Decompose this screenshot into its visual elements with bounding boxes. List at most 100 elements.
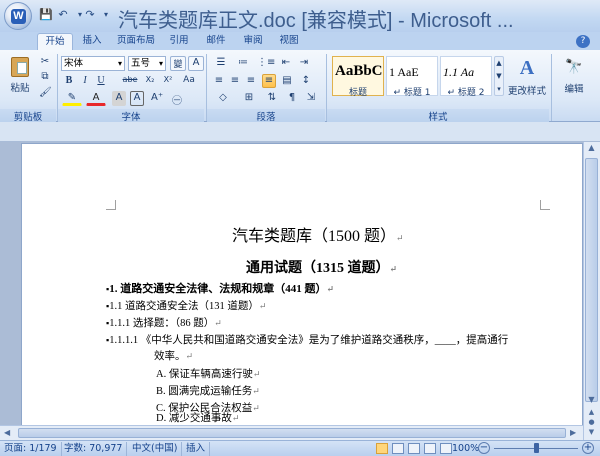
zoom-out-icon[interactable]: − bbox=[478, 442, 490, 454]
zoom-level[interactable]: 100% bbox=[452, 442, 479, 456]
strikethrough-button[interactable]: abe bbox=[120, 74, 140, 88]
line-spacing-icon[interactable]: ↕ bbox=[298, 74, 314, 88]
styles-group-label: 样式 bbox=[327, 109, 549, 123]
subscript-button[interactable]: X₂ bbox=[142, 74, 158, 88]
save-icon[interactable]: 💾 bbox=[38, 7, 54, 23]
format-painter-icon[interactable]: 🖌 bbox=[38, 86, 52, 99]
heading-line: ▪1. 道路交通安全法律、法规和规章（441 题）↵ bbox=[106, 283, 334, 295]
answer-option: A. 保证车辆高速行驶↵ bbox=[156, 369, 261, 380]
cut-icon[interactable]: ✂ bbox=[38, 55, 52, 68]
tab-references[interactable]: 引用 bbox=[166, 33, 192, 50]
tab-insert[interactable]: 插入 bbox=[78, 33, 106, 50]
italic-button[interactable]: I bbox=[78, 74, 92, 88]
style-title[interactable]: AaBbC 标题 bbox=[332, 56, 384, 98]
insert-mode[interactable]: 插入 bbox=[182, 442, 211, 456]
zoom-in-icon[interactable]: + bbox=[582, 442, 594, 454]
word-count[interactable]: 字数: 70,977 bbox=[60, 442, 128, 456]
question-line: ▪1.1.1.1 《中华人民共和国道路交通安全法》是为了维护道路交通秩序，___… bbox=[106, 335, 509, 346]
text-direction-icon[interactable]: ⇲ bbox=[304, 91, 318, 106]
show-marks-icon[interactable]: ¶ bbox=[284, 91, 300, 106]
highlight-icon[interactable]: ✎ bbox=[62, 91, 82, 106]
tab-mailings[interactable]: 邮件 bbox=[203, 33, 229, 50]
edit-button[interactable]: 🔭 编辑 bbox=[555, 54, 593, 106]
language-indicator[interactable]: 中文(中国) bbox=[128, 442, 183, 456]
font-size-select[interactable]: 五号 ▾ bbox=[128, 56, 166, 71]
page-count[interactable]: 页面: 1/179 bbox=[0, 442, 62, 456]
prev-page-icon[interactable]: ▲ bbox=[585, 408, 598, 418]
next-page-icon[interactable]: ▼ bbox=[585, 428, 598, 438]
char-shading-icon[interactable]: A bbox=[112, 91, 126, 106]
scroll-thumb[interactable] bbox=[585, 158, 598, 402]
clipboard-icon bbox=[11, 57, 29, 77]
zoom-slider-thumb[interactable] bbox=[534, 443, 539, 453]
style-heading-2[interactable]: 1.1 Aa ↵ 标题 2 bbox=[440, 56, 492, 98]
bold-button[interactable]: B bbox=[62, 74, 76, 88]
answer-option: D. 减少交通事故↵ bbox=[156, 413, 240, 424]
style-heading-1[interactable]: 1 AaE ↵ 标题 1 bbox=[386, 56, 438, 98]
tab-review[interactable]: 审阅 bbox=[240, 33, 266, 50]
numbering-icon[interactable]: ≔ bbox=[234, 56, 252, 70]
tab-home[interactable]: 开始 bbox=[37, 33, 73, 50]
window-title: 汽车类题库正文.doc [兼容模式] - Microsoft ... bbox=[118, 10, 514, 32]
clear-format-button[interactable]: A bbox=[188, 56, 204, 71]
multilevel-list-icon[interactable]: ⋮≡ bbox=[256, 56, 275, 70]
tab-page-layout[interactable]: 页面布局 bbox=[114, 33, 158, 50]
align-left-icon[interactable]: ≡ bbox=[212, 74, 226, 88]
draft-view-icon[interactable] bbox=[440, 443, 452, 454]
paste-button[interactable]: 粘贴 bbox=[6, 54, 34, 96]
justify-icon[interactable]: ≡ bbox=[262, 74, 276, 88]
change-styles-icon: A bbox=[519, 57, 535, 79]
status-bar: 页面: 1/179 字数: 70,977 中文(中国) 插入 100% − + bbox=[0, 440, 600, 456]
phonetic-guide-button[interactable]: 變 bbox=[170, 56, 186, 71]
tab-view[interactable]: 视图 bbox=[276, 33, 302, 50]
change-case-button[interactable]: Aa bbox=[180, 74, 198, 88]
heading-line: ▪1.1 道路交通安全法（131 道题）↵ bbox=[106, 301, 267, 312]
answer-option: B. 圆满完成运输任务↵ bbox=[156, 386, 260, 397]
hscroll-thumb[interactable] bbox=[18, 428, 566, 438]
scroll-up-icon[interactable]: ▲ bbox=[585, 143, 598, 156]
question-line: 效率。↵ bbox=[154, 351, 194, 362]
superscript-button[interactable]: X² bbox=[160, 74, 176, 88]
web-layout-icon[interactable] bbox=[408, 443, 420, 454]
grow-font-icon[interactable]: A⁺ bbox=[150, 91, 164, 106]
document-title: 汽车类题库（1500 题）↵ bbox=[232, 228, 404, 245]
char-border-icon[interactable]: A bbox=[130, 91, 144, 106]
increase-indent-icon[interactable]: ⇥ bbox=[296, 56, 312, 70]
office-button[interactable]: W bbox=[4, 2, 32, 30]
underline-button[interactable]: U bbox=[94, 74, 108, 88]
clipboard-group-label: 剪贴板 bbox=[0, 109, 56, 123]
font-group-label: 字体 bbox=[58, 109, 204, 123]
print-layout-icon[interactable] bbox=[376, 443, 388, 454]
align-center-icon[interactable]: ≡ bbox=[228, 74, 242, 88]
document-subtitle: 通用试题（1315 道题）↵ bbox=[246, 261, 398, 276]
borders-icon[interactable]: ⊞ bbox=[238, 91, 260, 106]
customize-quick-access-icon[interactable]: ▾ bbox=[98, 7, 114, 23]
font-name-select[interactable]: 宋体 ▾ bbox=[61, 56, 125, 71]
redo-icon[interactable]: ↷ bbox=[82, 7, 98, 23]
scroll-left-icon[interactable]: ◀ bbox=[4, 428, 14, 438]
select-browse-object-icon[interactable]: ● bbox=[585, 418, 598, 426]
shading-icon[interactable]: ◇ bbox=[212, 91, 234, 106]
decrease-indent-icon[interactable]: ⇤ bbox=[278, 56, 294, 70]
scroll-down-icon[interactable]: ▼ bbox=[585, 395, 598, 408]
bullets-icon[interactable]: ☰ bbox=[212, 56, 230, 70]
change-styles-button[interactable]: A 更改样式 bbox=[506, 54, 548, 106]
align-right-icon[interactable]: ≡ bbox=[244, 74, 258, 88]
full-screen-reading-icon[interactable] bbox=[392, 443, 404, 454]
ruler bbox=[0, 122, 600, 142]
outline-view-icon[interactable] bbox=[424, 443, 436, 454]
binoculars-icon: 🔭 bbox=[565, 59, 583, 75]
copy-icon[interactable]: ⧉ bbox=[38, 70, 52, 83]
help-icon[interactable]: ? bbox=[576, 35, 590, 48]
enclose-char-icon[interactable]: ㊀ bbox=[170, 91, 184, 107]
sort-icon[interactable]: ⇅ bbox=[264, 91, 280, 106]
distributed-icon[interactable]: ▤ bbox=[280, 74, 294, 88]
scroll-right-icon[interactable]: ▶ bbox=[570, 428, 580, 438]
undo-icon[interactable]: ↶ bbox=[55, 7, 71, 23]
heading-line: ▪1.1.1 选择题：（86 题）↵ bbox=[106, 318, 222, 329]
margin-corner bbox=[106, 200, 116, 210]
word-logo-icon: W bbox=[11, 9, 26, 24]
styles-scroll[interactable]: ▲ ▼ ▾ bbox=[494, 56, 504, 96]
paragraph-group-label: 段落 bbox=[207, 109, 325, 123]
font-color-icon[interactable]: A bbox=[86, 91, 106, 106]
